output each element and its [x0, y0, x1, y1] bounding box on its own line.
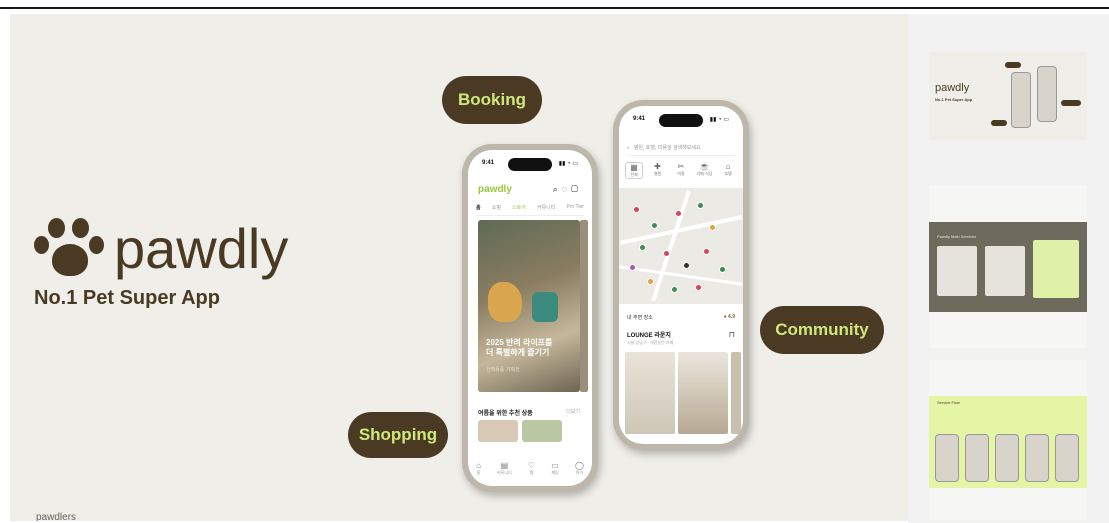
tab-store[interactable]: 스토어	[512, 204, 526, 211]
category-hospital[interactable]: ✚ 병원	[649, 162, 667, 179]
section-more-link[interactable]: 더보기	[566, 408, 580, 415]
map-pin[interactable]	[647, 278, 654, 285]
cup-icon: ☕	[699, 162, 710, 171]
tab-pro[interactable]: Pro Tier	[566, 204, 584, 211]
product-thumb[interactable]	[522, 420, 562, 442]
search-placeholder: 병원, 호텔, 미용실 검색해보세요	[633, 145, 701, 151]
thumb-tagline: No.1 Pet Super App	[935, 97, 973, 102]
hero-banner[interactable]: 2025 반려 라이프를 더 특별하게 즐기기 산책용품 기획전	[478, 220, 580, 392]
nav-heart[interactable]: ♡ 찜	[528, 461, 535, 476]
home-tabs: 홈 쇼핑 스토어 커뮤니티 Pro Tier	[476, 204, 584, 216]
bag-icon[interactable]: ▢	[571, 184, 582, 194]
paw-logo-icon	[34, 214, 104, 284]
place-photo[interactable]	[625, 352, 675, 434]
bell-icon[interactable]: ◌	[562, 184, 571, 194]
next-banner-peek	[580, 220, 588, 392]
map-pin[interactable]	[629, 264, 636, 271]
chat-icon: ▭	[551, 461, 559, 470]
brand-lockup: pawdly	[34, 214, 288, 284]
search-icon[interactable]: ⌕	[553, 184, 562, 194]
place-subtitle: 서울 강남구 · 애견동반 카페	[627, 340, 674, 345]
product-thumbs	[478, 420, 562, 442]
place-title[interactable]: LOUNGE 라운지	[627, 330, 671, 339]
tab-community[interactable]: 커뮤니티	[537, 204, 555, 211]
list-header-label: 내 주변 장소	[627, 315, 653, 321]
status-icons: ▮▮ ◔ ▭	[558, 161, 578, 167]
hero-title: 2025 반려 라이프를 더 특별하게 즐기기	[486, 338, 553, 358]
bookmark-icon[interactable]: ⊓	[729, 330, 735, 339]
footer-brand: pawdlers	[36, 512, 77, 521]
status-time: 9:41	[482, 160, 495, 166]
section-title: 여름을 위한 추천 상품	[478, 411, 533, 417]
community-pill: Community	[760, 306, 884, 354]
current-location-pin	[683, 262, 690, 269]
shopping-pill: Shopping	[348, 412, 448, 458]
phone-home: 9:41 ▮▮ ◔ ▭ pawdly ⌕◌▢ 홈 쇼핑 스토어 커뮤니티 Pro…	[462, 144, 598, 492]
thumbnail-3[interactable]: Service Flow	[929, 360, 1087, 520]
tab-home[interactable]: 홈	[476, 204, 481, 211]
map-pin[interactable]	[639, 244, 646, 251]
phone-map: 9:41 ▮▮ ◔ ▭ ⌕ 병원, 호텔, 미용실 검색해보세요 ▦ 전체 ✚ 병원…	[613, 100, 749, 450]
scissors-icon: ✂	[677, 162, 685, 171]
place-photo[interactable]	[678, 352, 728, 434]
thumb-brand: pawdly	[935, 82, 970, 94]
map-pin[interactable]	[709, 224, 716, 231]
grid-icon: ▦	[630, 163, 638, 172]
header-icons: ⌕◌▢	[553, 184, 582, 195]
bed-icon: ⌂	[725, 162, 731, 171]
map-pin[interactable]	[663, 250, 670, 257]
dog-photo	[488, 282, 522, 322]
map-view[interactable]	[619, 188, 743, 304]
heart-icon: ♡	[527, 461, 536, 470]
phone-map-screen: 9:41 ▮▮ ◔ ▭ ⌕ 병원, 호텔, 미용실 검색해보세요 ▦ 전체 ✚ 병원…	[619, 106, 743, 444]
category-grooming[interactable]: ✂ 미용	[672, 162, 690, 179]
booking-pill: Booking	[442, 76, 542, 124]
list-header: 내 주변 장소 ● 4.9	[627, 314, 735, 321]
nav-home[interactable]: ⌂ 홈	[476, 461, 481, 476]
pet-bag-photo	[532, 292, 558, 322]
bottom-nav: ⌂ 홈 ▤ 커뮤니티 ♡ 찜 ▭ 채팅 ◯ 마이	[468, 461, 592, 476]
map-search-input[interactable]: ⌕ 병원, 호텔, 미용실 검색해보세요	[627, 140, 735, 156]
main-slide: pawdly No.1 Pet Super App pawdlers Booki…	[10, 14, 908, 521]
product-thumb[interactable]	[478, 420, 518, 442]
status-time: 9:41	[633, 116, 646, 122]
map-pin[interactable]	[633, 206, 640, 213]
thumbnail-1[interactable]: pawdly No.1 Pet Super App	[929, 52, 1087, 140]
thumb-title: Service Flow	[937, 400, 960, 405]
thumbnail-2[interactable]: Pawdly Main Services	[929, 186, 1087, 348]
nav-chat[interactable]: ▭ 채팅	[551, 461, 559, 476]
map-pin[interactable]	[697, 202, 704, 209]
nav-my[interactable]: ◯ 마이	[575, 461, 584, 476]
status-icons: ▮▮ ◔ ▭	[709, 117, 729, 123]
rating-badge: ● 4.9	[723, 314, 735, 320]
thumb-title: Pawdly Main Services	[937, 234, 977, 239]
map-pin[interactable]	[703, 248, 710, 255]
top-divider	[0, 0, 1109, 9]
category-hotel[interactable]: ⌂ 호텔	[719, 162, 737, 179]
slide-thumbnails: pawdly No.1 Pet Super App Pawdly Main Se…	[908, 14, 1109, 523]
category-cafe[interactable]: ☕ 카페·식당	[696, 162, 714, 179]
brand-name: pawdly	[114, 217, 289, 280]
hospital-icon: ✚	[654, 162, 661, 171]
category-all[interactable]: ▦ 전체	[625, 162, 643, 179]
nav-community[interactable]: ▤ 커뮤니티	[497, 461, 512, 476]
map-pin[interactable]	[651, 222, 658, 229]
app-logo: pawdly	[478, 184, 512, 195]
tagline: No.1 Pet Super App	[34, 287, 220, 309]
phone-home-screen: 9:41 ▮▮ ◔ ▭ pawdly ⌕◌▢ 홈 쇼핑 스토어 커뮤니티 Pro…	[468, 150, 592, 486]
place-photo[interactable]	[731, 352, 741, 434]
map-categories: ▦ 전체 ✚ 병원 ✂ 미용 ☕ 카페·식당 ⌂ 호텔	[625, 162, 737, 179]
map-pin[interactable]	[695, 284, 702, 291]
map-pin[interactable]	[671, 286, 678, 293]
community-icon: ▤	[500, 461, 509, 470]
tab-shopping[interactable]: 쇼핑	[492, 204, 501, 211]
map-pin[interactable]	[719, 266, 726, 273]
home-icon: ⌂	[476, 461, 481, 470]
search-icon: ⌕	[627, 144, 630, 151]
hero-subtitle: 산책용품 기획전	[486, 367, 520, 373]
place-photos	[625, 352, 741, 434]
map-pin[interactable]	[675, 210, 682, 217]
user-icon: ◯	[574, 461, 584, 470]
